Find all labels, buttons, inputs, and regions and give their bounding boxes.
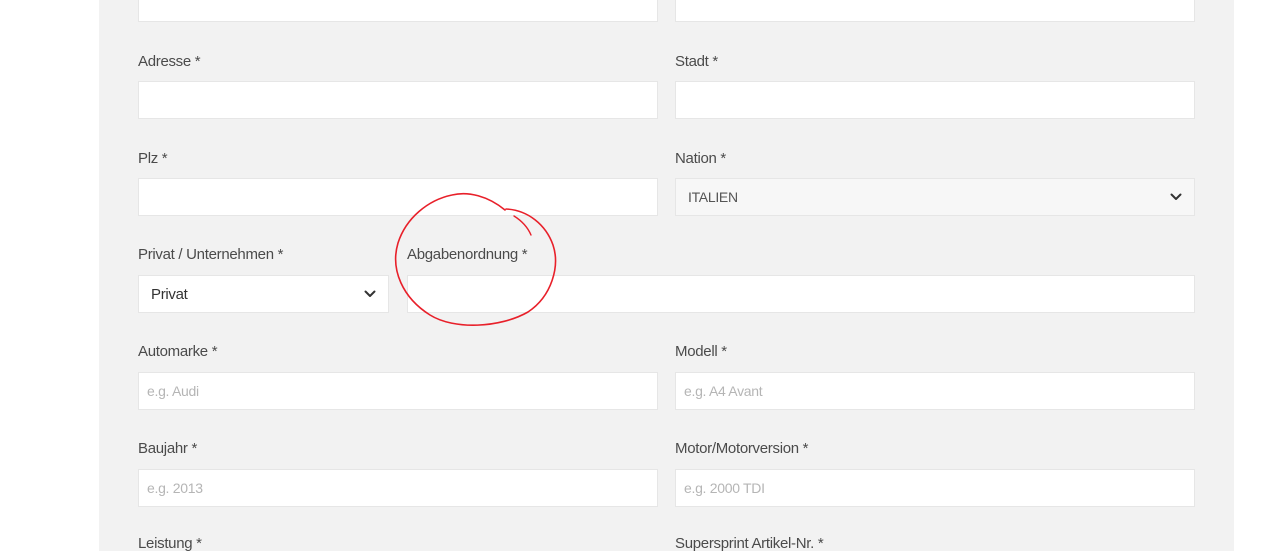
nation-label: Nation * [675, 150, 726, 167]
city-input[interactable] [675, 81, 1195, 119]
power-label: Leistung * [138, 535, 202, 552]
zip-label: Plz * [138, 150, 168, 167]
engine-label: Motor/Motorversion * [675, 440, 809, 457]
chevron-down-icon [1170, 191, 1182, 203]
city-label: Stadt * [675, 53, 718, 70]
year-label: Baujahr * [138, 440, 198, 457]
tax-code-input[interactable] [407, 275, 1195, 313]
tax-code-label: Abgabenordnung * [407, 246, 528, 263]
chevron-down-icon [364, 288, 376, 300]
previous-right-input[interactable] [675, 0, 1195, 22]
address-label: Adresse * [138, 53, 201, 70]
zip-input[interactable] [138, 178, 658, 216]
model-input[interactable] [675, 372, 1195, 410]
previous-left-input[interactable] [138, 0, 658, 22]
car-brand-label: Automarke * [138, 343, 218, 360]
engine-input[interactable] [675, 469, 1195, 507]
customer-type-select[interactable]: Privat [138, 275, 389, 313]
nation-select[interactable]: ITALIEN [675, 178, 1195, 216]
customer-type-label: Privat / Unternehmen * [138, 246, 284, 263]
car-brand-input[interactable] [138, 372, 658, 410]
nation-select-value: ITALIEN [688, 189, 738, 205]
year-input[interactable] [138, 469, 658, 507]
customer-type-select-value: Privat [151, 285, 188, 303]
model-label: Modell * [675, 343, 727, 360]
address-input[interactable] [138, 81, 658, 119]
article-number-label: Supersprint Artikel-Nr. * [675, 535, 824, 552]
